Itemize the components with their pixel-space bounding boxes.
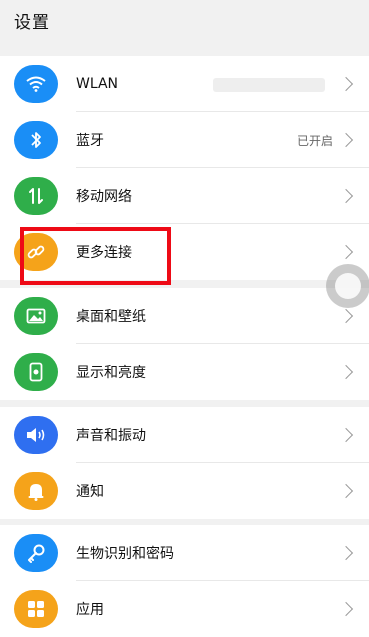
chevron-right-icon	[338, 364, 354, 380]
chevron-right-icon	[338, 76, 354, 92]
settings-item-label: 蓝牙	[76, 133, 104, 149]
bluetooth-status: 已开启	[296, 133, 333, 148]
chevron-right-icon	[338, 545, 354, 561]
settings-item-label: 生物识别和密码	[76, 546, 174, 562]
settings-item-label: 应用	[76, 602, 104, 618]
settings-item-notifications[interactable]: 通知	[0, 463, 369, 519]
display-icon	[14, 353, 58, 391]
settings-item-biometrics[interactable]: 生物识别和密码	[0, 525, 369, 581]
settings-item-mobile-network[interactable]: 移动网络	[0, 168, 369, 224]
apps-icon	[14, 590, 58, 628]
wallpaper-icon	[14, 297, 58, 335]
settings-item-label: 移动网络	[76, 189, 132, 205]
floating-navigation-ball[interactable]	[326, 264, 369, 308]
chevron-right-icon	[338, 427, 354, 443]
highlight-box	[20, 227, 171, 285]
chevron-right-icon	[338, 483, 354, 499]
key-icon	[14, 534, 58, 572]
settings-item-label: 桌面和壁纸	[76, 309, 146, 325]
sound-notification-group: 声音和振动 通知	[0, 407, 369, 519]
chevron-right-icon	[338, 244, 354, 260]
mobile-data-icon	[14, 177, 58, 215]
settings-item-label: 通知	[76, 484, 104, 500]
settings-item-wallpaper[interactable]: 桌面和壁纸	[0, 288, 369, 344]
bluetooth-icon	[14, 121, 58, 159]
sound-icon	[14, 416, 58, 454]
wifi-icon	[14, 65, 58, 103]
settings-item-apps[interactable]: 应用	[0, 581, 369, 637]
wlan-network-name-redacted	[213, 78, 325, 92]
settings-item-label: 显示和亮度	[76, 365, 146, 381]
chevron-right-icon	[338, 132, 354, 148]
chevron-right-icon	[338, 308, 354, 324]
bell-icon	[14, 472, 58, 510]
floating-ball-core	[335, 273, 361, 299]
display-group: 桌面和壁纸 显示和亮度	[0, 288, 369, 400]
settings-item-wlan[interactable]: WLAN	[0, 56, 369, 112]
security-apps-group: 生物识别和密码 应用	[0, 525, 369, 637]
settings-item-sound[interactable]: 声音和振动	[0, 407, 369, 463]
settings-item-label: WLAN	[76, 76, 119, 92]
chevron-right-icon	[338, 188, 354, 204]
settings-item-bluetooth[interactable]: 蓝牙 已开启	[0, 112, 369, 168]
settings-item-label: 声音和振动	[76, 428, 146, 444]
chevron-right-icon	[338, 601, 354, 617]
settings-item-display[interactable]: 显示和亮度	[0, 344, 369, 400]
page-title: 设置	[14, 13, 50, 33]
